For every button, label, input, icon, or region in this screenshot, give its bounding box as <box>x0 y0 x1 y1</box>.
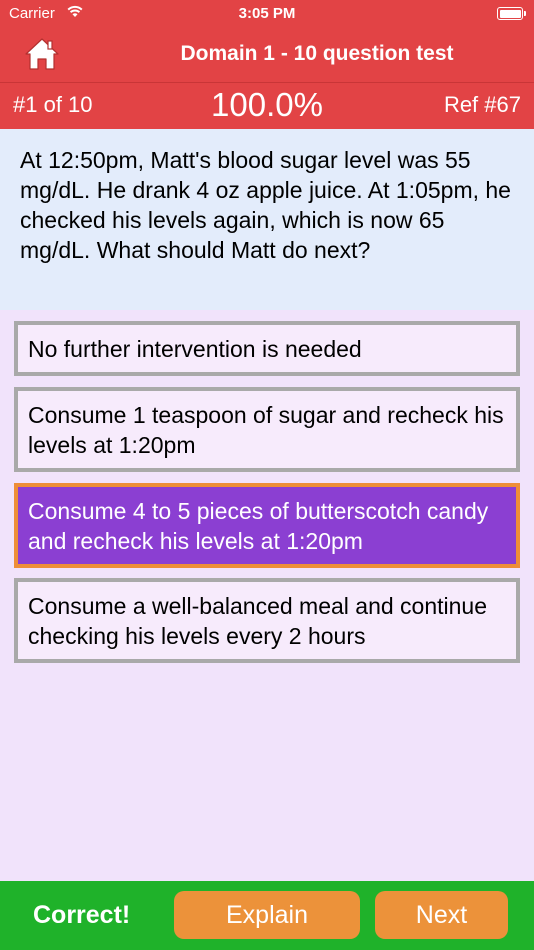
next-button[interactable]: Next <box>375 891 508 939</box>
footer-bar: Correct! Explain Next <box>0 881 534 950</box>
question-panel: At 12:50pm, Matt's blood sugar level was… <box>0 129 534 310</box>
answer-option-1[interactable]: No further intervention is needed <box>14 321 520 376</box>
page-title: Domain 1 - 10 question test <box>180 42 454 65</box>
home-button[interactable] <box>24 36 60 72</box>
explain-button[interactable]: Explain <box>174 891 360 939</box>
answer-option-2[interactable]: Consume 1 teaspoon of sugar and recheck … <box>14 387 520 472</box>
clock: 3:05 PM <box>238 5 296 22</box>
status-bar: Carrier 3:05 PM <box>0 0 534 28</box>
question-text: At 12:50pm, Matt's blood sugar level was… <box>20 147 511 263</box>
progress-bar: #1 of 10 100.0% Ref #67 <box>0 82 534 130</box>
reference-number: Ref #67 <box>443 92 521 117</box>
answer-option-4[interactable]: Consume a well-balanced meal and continu… <box>14 578 520 663</box>
result-label: Correct! <box>33 901 131 929</box>
battery-icon <box>497 7 526 20</box>
home-icon <box>25 38 59 70</box>
answer-option-3[interactable]: Consume 4 to 5 pieces of butterscotch ca… <box>14 483 520 568</box>
header-bar: Carrier 3:05 PM Domain 1 - 10 question t… <box>0 0 534 82</box>
